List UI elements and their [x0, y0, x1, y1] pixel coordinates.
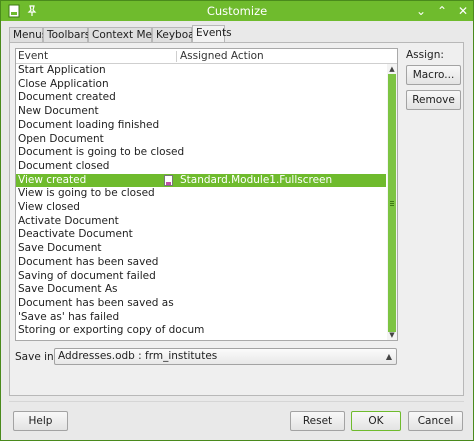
- tab-keyboard[interactable]: Keyboard: [152, 27, 205, 43]
- table-row[interactable]: 'Save as' has failed: [16, 311, 386, 325]
- table-row[interactable]: New Document: [16, 105, 386, 119]
- header-divider[interactable]: [176, 51, 177, 62]
- close-icon[interactable]: ✕: [456, 4, 470, 18]
- event-name: Document has been saved: [18, 255, 159, 268]
- remove-button[interactable]: Remove: [406, 90, 461, 110]
- event-name: Document has been saved as: [18, 296, 174, 309]
- event-name: 'Save as' has failed: [18, 310, 120, 323]
- save-in-label: Save in:: [15, 351, 58, 363]
- event-name: Document created: [18, 91, 116, 104]
- divider: [9, 401, 464, 402]
- scroll-down-icon[interactable]: ▼: [387, 330, 397, 340]
- table-row[interactable]: Document has been saved as: [16, 297, 386, 311]
- table-row[interactable]: Save Document As: [16, 283, 386, 297]
- table-row[interactable]: Deactivate Document: [16, 228, 386, 242]
- reset-button[interactable]: Reset: [290, 411, 345, 431]
- table-row[interactable]: View is going to be closed: [16, 187, 386, 201]
- minimize-icon[interactable]: ⌄: [414, 4, 428, 18]
- event-name: Start Application: [18, 64, 106, 76]
- event-name: Open Document: [18, 132, 104, 145]
- scrollbar-thumb[interactable]: [388, 74, 396, 332]
- event-list: Start Application Close Application Docu…: [16, 64, 386, 340]
- tab-toolbars[interactable]: Toolbars: [43, 27, 90, 43]
- tab-context-menus[interactable]: Context Menus: [88, 27, 171, 43]
- table-row[interactable]: Start Application: [16, 64, 386, 78]
- save-in-select[interactable]: Addresses.odb : frm_institutes ▲︎: [54, 348, 397, 365]
- event-name: Document is going to be closed: [18, 146, 185, 159]
- table-row[interactable]: Document is going to be closed: [16, 146, 386, 160]
- tab-events[interactable]: Events: [192, 25, 232, 43]
- table-row[interactable]: Document closed: [16, 160, 386, 174]
- macro-button[interactable]: Macro...: [406, 65, 461, 85]
- events-table: Event Assigned Action Start Application …: [15, 48, 398, 341]
- dropdown-arrow-icon[interactable]: ▲︎: [386, 349, 392, 364]
- window-title: Customize: [206, 4, 268, 18]
- macro-icon: [164, 174, 173, 186]
- save-in-value: Addresses.odb : frm_institutes: [58, 350, 218, 362]
- event-name: View is going to be closed: [18, 187, 155, 200]
- event-name: View closed: [18, 201, 80, 213]
- table-row-selected[interactable]: View created Standard.Module1.Fullscreen: [16, 173, 386, 188]
- table-row[interactable]: Saving of document failed: [16, 270, 386, 284]
- table-row[interactable]: Activate Document: [16, 215, 386, 229]
- event-name: Document loading finished: [18, 118, 160, 131]
- table-row[interactable]: View closed: [16, 201, 386, 215]
- titlebar: Customize ⌄ ⌃ ✕: [1, 1, 473, 21]
- event-name: Save Document: [18, 242, 102, 255]
- event-name: Document closed: [18, 159, 110, 172]
- header-assigned-action[interactable]: Assigned Action: [180, 50, 264, 62]
- event-name: Saving of document failed: [18, 269, 156, 282]
- customize-dialog: Customize ⌄ ⌃ ✕ Menus Toolbars Context M…: [0, 0, 474, 441]
- table-row[interactable]: Open Document: [16, 133, 386, 147]
- table-row[interactable]: Close Application: [16, 78, 386, 92]
- vertical-scrollbar[interactable]: ▲ ▼: [387, 64, 397, 340]
- assigned-action: Standard.Module1.Fullscreen: [180, 173, 333, 186]
- event-name: New Document: [18, 105, 99, 118]
- event-name: Save Document As: [18, 283, 118, 296]
- thumb-grip: [390, 205, 394, 206]
- cancel-button[interactable]: Cancel: [408, 411, 463, 431]
- table-header: Event Assigned Action: [16, 49, 397, 64]
- event-name: View created: [18, 173, 87, 186]
- table-row[interactable]: Storing or exporting copy of docum: [16, 324, 386, 338]
- table-row[interactable]: Document created: [16, 91, 386, 105]
- event-name: Activate Document: [18, 214, 119, 227]
- thumb-grip: [390, 203, 394, 204]
- event-name: Deactivate Document: [18, 228, 133, 241]
- event-name: Storing or exporting copy of docum: [18, 324, 205, 337]
- event-name: Close Application: [18, 77, 109, 90]
- tab-menus[interactable]: Menus: [9, 27, 47, 43]
- assign-label: Assign:: [406, 49, 444, 61]
- table-row[interactable]: Document loading finished: [16, 119, 386, 133]
- table-row[interactable]: Document has been saved: [16, 256, 386, 270]
- header-event[interactable]: Event: [18, 50, 48, 62]
- help-button[interactable]: Help: [13, 411, 68, 431]
- maximize-icon[interactable]: ⌃: [435, 4, 449, 18]
- thumb-grip: [390, 201, 394, 202]
- table-row[interactable]: Save Document: [16, 242, 386, 256]
- scroll-up-icon[interactable]: ▲: [387, 64, 397, 74]
- ok-button[interactable]: OK: [351, 411, 401, 431]
